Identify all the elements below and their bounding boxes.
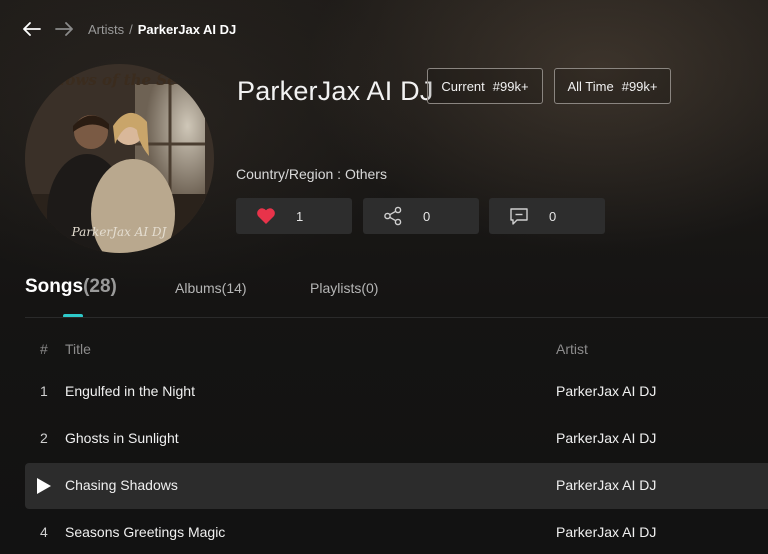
song-index: 2 [40, 430, 48, 446]
comment-count: 0 [549, 208, 557, 224]
share-icon [384, 206, 402, 226]
song-artist[interactable]: ParkerJax AI DJ [556, 524, 656, 540]
song-title[interactable]: Ghosts in Sunlight [65, 430, 179, 446]
alltime-rank-label: All Time [567, 78, 614, 94]
tab-songs[interactable]: Songs(28) [25, 276, 117, 298]
song-artist[interactable]: ParkerJax AI DJ [556, 383, 656, 399]
column-header-artist[interactable]: Artist [556, 341, 588, 357]
song-artist[interactable]: ParkerJax AI DJ [556, 430, 656, 446]
comment-icon [510, 207, 528, 225]
current-rank-badge[interactable]: Current #99k+ [427, 68, 543, 104]
current-rank-value: #99k+ [492, 78, 529, 94]
content-tabs: Songs(28) Albums(14) Playlists(0) [0, 276, 768, 318]
tab-playlists[interactable]: Playlists(0) [310, 280, 378, 296]
song-title[interactable]: Seasons Greetings Magic [65, 524, 225, 540]
forward-button[interactable] [54, 19, 74, 39]
song-row[interactable]: 1 Engulfed in the Night ParkerJax AI DJ [25, 369, 768, 415]
song-row-hovered[interactable]: Chasing Shadows ParkerJax AI DJ [25, 463, 768, 509]
heart-icon [257, 208, 275, 224]
like-count: 1 [296, 208, 304, 224]
alltime-rank-value: #99k+ [621, 78, 658, 94]
song-row[interactable]: 4 Seasons Greetings Magic ParkerJax AI D… [25, 510, 768, 554]
column-header-title[interactable]: Title [65, 341, 91, 357]
current-rank-label: Current [441, 78, 485, 94]
play-button[interactable] [36, 477, 52, 500]
song-title[interactable]: Engulfed in the Night [65, 383, 195, 399]
song-title[interactable]: Chasing Shadows [65, 477, 178, 493]
back-button[interactable] [22, 19, 42, 39]
play-icon [37, 478, 51, 494]
breadcrumb-current: ParkerJax AI DJ [137, 21, 237, 37]
country-region: Country/Region : Others [236, 166, 387, 182]
tab-songs-label: Songs [25, 276, 84, 297]
tab-songs-count: (28) [83, 276, 117, 297]
tab-albums[interactable]: Albums(14) [175, 280, 247, 296]
song-index: 1 [40, 383, 48, 399]
tabs-divider [25, 317, 768, 318]
avatar-signature-text: ParkerJax AI DJ [71, 225, 168, 239]
like-button[interactable]: 1 [236, 198, 352, 234]
alltime-rank-badge[interactable]: All Time #99k+ [554, 68, 671, 104]
share-count: 0 [423, 208, 431, 224]
avatar-artwork: adows of the Seas ParkerJax AI DJ [25, 64, 214, 253]
song-artist[interactable]: ParkerJax AI DJ [556, 477, 656, 493]
share-button[interactable]: 0 [363, 198, 479, 234]
back-arrow-icon [23, 22, 41, 36]
song-index: 4 [40, 524, 48, 540]
breadcrumb-separator: / [129, 21, 133, 37]
forward-arrow-icon [55, 22, 73, 36]
comment-button[interactable]: 0 [489, 198, 605, 234]
breadcrumb-artists-link[interactable]: Artists [88, 22, 124, 37]
column-header-index: # [40, 341, 48, 357]
song-row[interactable]: 2 Ghosts in Sunlight ParkerJax AI DJ [25, 416, 768, 462]
artist-avatar: adows of the Seas ParkerJax AI DJ [25, 64, 214, 253]
artist-name: ParkerJax AI DJ [237, 76, 434, 106]
top-navigation: Artists / ParkerJax AI DJ [22, 18, 236, 40]
